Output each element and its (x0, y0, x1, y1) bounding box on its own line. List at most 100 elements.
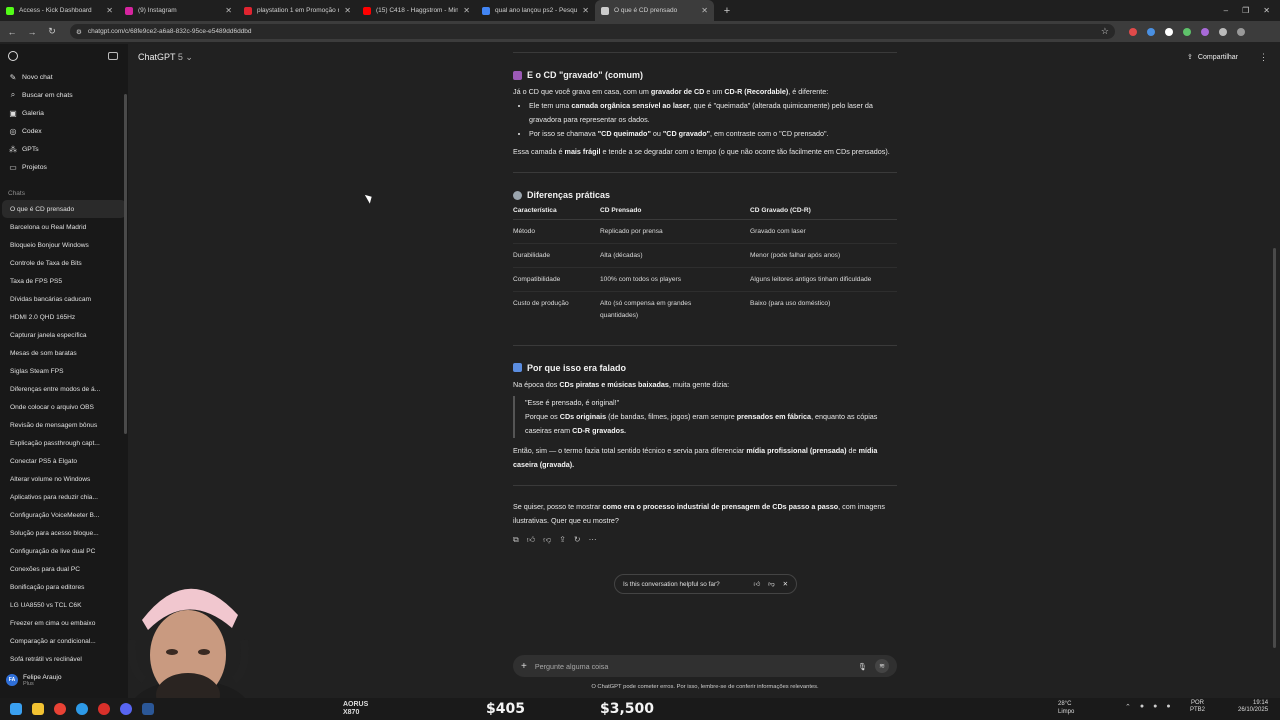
sidebar-scrollbar[interactable] (124, 94, 127, 434)
voice-mode-button[interactable]: ≋ (875, 659, 889, 673)
browser-tab[interactable]: (9) Instagram ✕ (119, 0, 238, 21)
chat-history-item[interactable]: O que é CD prensado (2, 200, 126, 218)
chrome-icon[interactable] (54, 703, 66, 715)
language-indicator[interactable]: POR PTB2 (1190, 700, 1205, 714)
model-name: ChatGPT (138, 51, 176, 62)
share-icon[interactable]: ⇪ (559, 533, 566, 547)
tray-app-icon[interactable]: ● (1140, 703, 1144, 711)
close-icon[interactable]: ✕ (783, 580, 788, 588)
chat-history-item[interactable]: Capturar janela específica (2, 326, 126, 344)
thumbs-up-icon[interactable]: 👍︎ (753, 580, 760, 588)
chat-history-item[interactable]: HDMI 2.0 QHD 165Hz (2, 308, 126, 326)
chat-history-item[interactable]: Siglas Steam FPS (2, 362, 126, 380)
sidebar-nav-item[interactable]: ⌕ Buscar em chats (0, 86, 128, 104)
tray-app-icon[interactable]: ● (1166, 703, 1170, 711)
sidebar-nav-item[interactable]: ▣ Galeria (0, 104, 128, 122)
thumbs-down-icon[interactable]: 👎︎ (543, 533, 551, 547)
browser-tab[interactable]: O que é CD prensado ✕ (595, 0, 714, 21)
bookmark-star-icon[interactable]: ☆ (1101, 26, 1109, 37)
chat-history-item[interactable]: Onde colocar o arquivo OBS (2, 398, 126, 416)
user-profile[interactable]: FA Felipe Araujo Plus (0, 668, 128, 692)
extension-icon[interactable] (1147, 27, 1155, 36)
chat-history-item[interactable]: Conexões para dual PC (2, 560, 126, 578)
file-explorer-icon[interactable] (32, 703, 44, 715)
message-composer[interactable]: + Pergunte alguma coisa 🎙︎ ≋ (513, 655, 897, 677)
sidebar-toggle-icon[interactable] (108, 52, 118, 60)
copy-icon[interactable]: ⧉ (513, 533, 519, 547)
chat-history-item[interactable]: Configuração VoiceMeeter B... (2, 506, 126, 524)
extension-icon[interactable] (1183, 27, 1191, 36)
chat-history-item[interactable]: Alterar volume no Windows (2, 470, 126, 488)
openai-logo-icon[interactable] (8, 51, 18, 61)
new-tab-button[interactable]: + (720, 4, 734, 18)
address-bar[interactable]: ⚙ chatgpt.com/c/68fe9ce2-a6a8-832c-95ce-… (70, 24, 1115, 39)
tray-app-icon[interactable]: ● (1153, 703, 1157, 711)
add-attachment-icon[interactable]: + (521, 661, 527, 672)
extension-icon[interactable] (1201, 27, 1209, 36)
chat-history-item[interactable]: Comparação ar condicional... (2, 632, 126, 650)
chat-history-item[interactable]: Barcelona ou Real Madrid (2, 218, 126, 236)
chat-history-item[interactable]: LG UA8550 vs TCL C6K (2, 596, 126, 614)
close-tab-icon[interactable]: ✕ (463, 6, 470, 15)
maximize-icon[interactable]: ❐ (1242, 6, 1249, 15)
chat-history-item[interactable]: Explicação passthrough capt... (2, 434, 126, 452)
chevron-up-icon[interactable]: ⌃ (1125, 703, 1131, 711)
close-tab-icon[interactable]: ✕ (344, 6, 351, 15)
tab-title: O que é CD prensado (614, 7, 678, 14)
more-icon[interactable]: ⋯ (589, 533, 597, 547)
thumbs-up-icon[interactable]: 👍︎ (527, 533, 535, 547)
chat-history-item[interactable]: Solução para acesso bloque... (2, 524, 126, 542)
regenerate-icon[interactable]: ↻ (574, 533, 581, 547)
microphone-icon[interactable]: 🎙︎ (858, 662, 867, 671)
weather-widget[interactable]: 28°C Limpo (1058, 700, 1074, 716)
minimize-icon[interactable]: – (1224, 6, 1228, 15)
edge-icon[interactable] (76, 703, 88, 715)
share-button[interactable]: ⇪ Compartilhar (1187, 53, 1238, 62)
chat-history-item[interactable]: Conectar PS5 à Elgato (2, 452, 126, 470)
more-options-icon[interactable]: ⋮ (1259, 52, 1268, 63)
gallery-icon: ▣ (9, 108, 17, 118)
sidebar-nav-item[interactable]: ✎ Novo chat (0, 68, 128, 86)
browser-tab[interactable]: (15) C418 - Haggstrom - Mine ✕ (357, 0, 476, 21)
chat-history-item[interactable]: Sofá retrátil vs reclinável (2, 650, 126, 668)
extension-icon[interactable] (1129, 27, 1137, 36)
chat-history-item[interactable]: Freezer em cima ou embaixo (2, 614, 126, 632)
chat-history-item[interactable]: Bonificação para editores (2, 578, 126, 596)
profile-icon[interactable] (1237, 27, 1245, 36)
site-info-icon[interactable]: ⚙ (76, 28, 82, 36)
main-scrollbar[interactable] (1273, 248, 1276, 648)
extension-icon[interactable] (1219, 27, 1227, 36)
back-icon[interactable]: ← (4, 27, 20, 37)
chat-history-item[interactable]: Aplicativos para reduzir chia... (2, 488, 126, 506)
model-selector[interactable]: ChatGPT 5 ⌄ (138, 52, 193, 63)
composer-input[interactable]: Pergunte alguma coisa (535, 662, 609, 671)
chat-history-item[interactable]: Mesas de som baratas (2, 344, 126, 362)
app-icon[interactable] (120, 703, 132, 715)
thumbs-down-icon[interactable]: 👎︎ (768, 580, 775, 588)
close-tab-icon[interactable]: ✕ (701, 6, 708, 15)
app-icon[interactable] (142, 703, 154, 715)
close-tab-icon[interactable]: ✕ (582, 6, 589, 15)
clock[interactable]: 19:14 26/10/2025 (1238, 700, 1268, 714)
sidebar-nav-item[interactable]: ◎ Codex (0, 122, 128, 140)
browser-tab[interactable]: qual ano lançou ps2 - Pesquisa ✕ (476, 0, 595, 21)
close-tab-icon[interactable]: ✕ (225, 6, 232, 15)
chat-history-item[interactable]: Taxa de FPS PS5 (2, 272, 126, 290)
chat-history-item[interactable]: Dívidas bancárias caducam (2, 290, 126, 308)
chat-history-item[interactable]: Diferenças entre modos de á... (2, 380, 126, 398)
browser-tab[interactable]: Access - Kick Dashboard ✕ (0, 0, 119, 21)
app-icon[interactable] (98, 703, 110, 715)
chat-history-item[interactable]: Controle de Taxa de Bits (2, 254, 126, 272)
reload-icon[interactable]: ↻ (44, 26, 60, 37)
browser-tab[interactable]: playstation 1 em Promoção no ✕ (238, 0, 357, 21)
chat-history-item[interactable]: Configuração de live dual PC (2, 542, 126, 560)
close-window-icon[interactable]: ✕ (1263, 6, 1270, 15)
chat-history-item[interactable]: Bloqueio Bonjour Windows (2, 236, 126, 254)
windows-start-icon[interactable] (10, 703, 22, 715)
forward-icon[interactable]: → (24, 27, 40, 37)
extension-icon[interactable] (1165, 27, 1173, 36)
sidebar-nav-item[interactable]: ▭ Projetos (0, 158, 128, 176)
close-tab-icon[interactable]: ✕ (106, 6, 113, 15)
chat-history-item[interactable]: Revisão de mensagem bônus (2, 416, 126, 434)
sidebar-nav-item[interactable]: ⁂ GPTs (0, 140, 128, 158)
